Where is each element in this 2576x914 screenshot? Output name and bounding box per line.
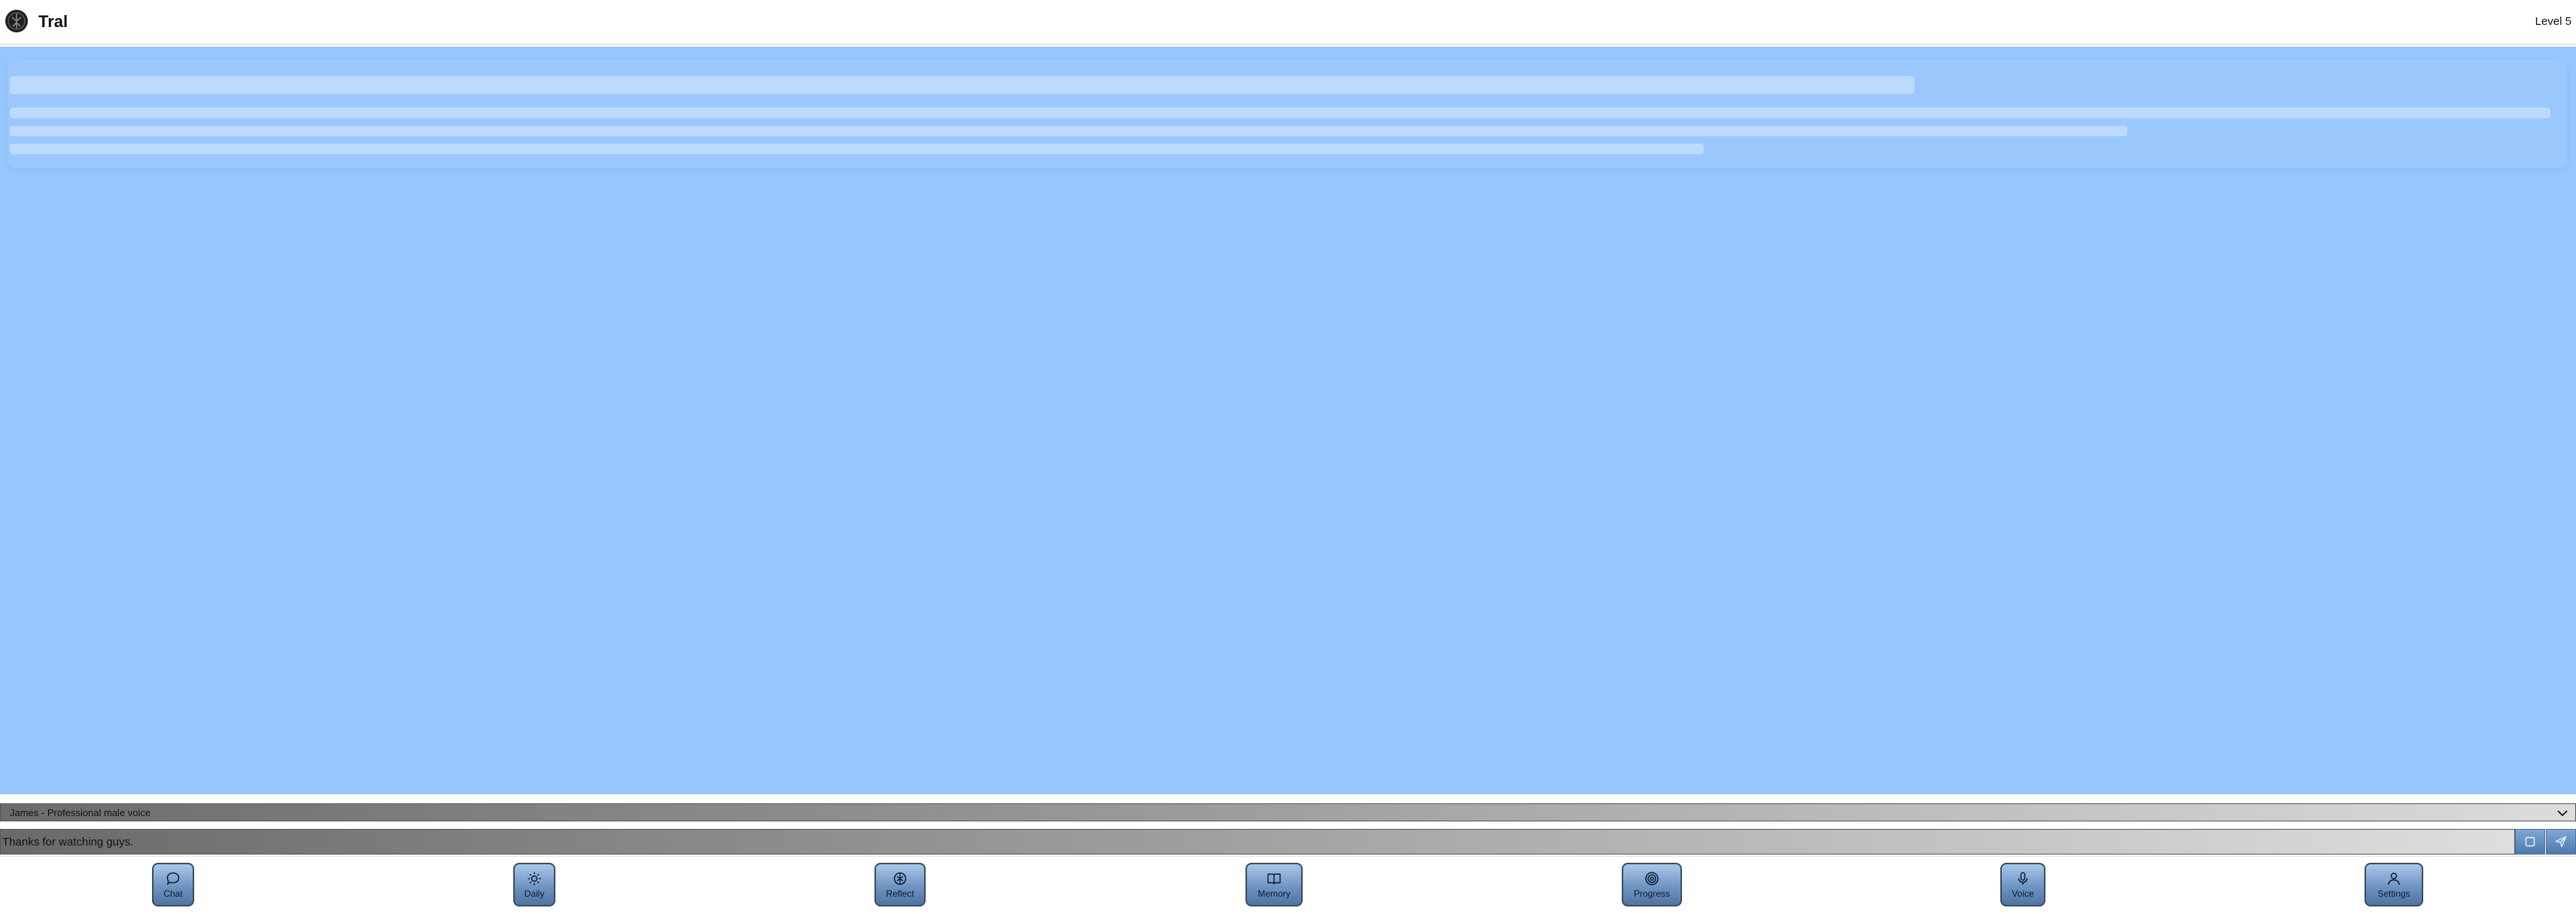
nav-label: Chat bbox=[163, 888, 183, 899]
stop-button[interactable] bbox=[2515, 829, 2545, 855]
skeleton-line bbox=[10, 126, 2127, 136]
nav-label: Progress bbox=[1633, 888, 1671, 899]
chevron-down-icon bbox=[2557, 810, 2568, 817]
target-icon bbox=[1645, 872, 1659, 885]
nav-item-chat[interactable]: Chat bbox=[152, 863, 194, 906]
skeleton-line bbox=[10, 108, 2550, 118]
microphone-icon bbox=[2018, 872, 2028, 885]
logo-icon bbox=[5, 10, 28, 32]
nav-label: Voice bbox=[2012, 888, 2034, 899]
nav-label: Daily bbox=[524, 888, 545, 899]
main-content bbox=[0, 47, 2576, 794]
voice-select-value: James - Professional male voice bbox=[10, 806, 151, 818]
top-header: Tral Level 5 bbox=[0, 0, 2576, 45]
nav-label: Memory bbox=[1258, 888, 1291, 899]
nav-label: Reflect bbox=[886, 888, 914, 899]
book-icon bbox=[1267, 873, 1281, 885]
compass-icon bbox=[893, 872, 907, 885]
send-button[interactable] bbox=[2546, 829, 2576, 855]
user-icon bbox=[2388, 873, 2400, 885]
square-icon bbox=[2525, 836, 2535, 847]
nav-item-voice[interactable]: Voice bbox=[2000, 863, 2045, 906]
nav-label: Settings bbox=[2377, 888, 2410, 899]
bottom-nav: Chat Daily Reflect Memory Progress Voice… bbox=[0, 856, 2576, 914]
nav-item-reflect[interactable]: Reflect bbox=[874, 863, 926, 906]
message-input-row bbox=[0, 829, 2576, 855]
skeleton-title-bar bbox=[10, 76, 1915, 94]
nav-item-settings[interactable]: Settings bbox=[2365, 863, 2423, 906]
message-input[interactable] bbox=[0, 829, 2515, 855]
nav-item-memory[interactable]: Memory bbox=[1245, 863, 1303, 906]
chat-bubble-icon bbox=[166, 872, 180, 885]
level-indicator: Level 5 bbox=[2535, 15, 2571, 28]
nav-item-progress[interactable]: Progress bbox=[1622, 863, 1682, 906]
send-icon bbox=[2555, 836, 2567, 848]
voice-select[interactable]: James - Professional male voice bbox=[0, 803, 2576, 821]
app-root: Tral Level 5 James - Professional male v… bbox=[0, 0, 2576, 914]
sun-icon bbox=[528, 872, 541, 885]
skeleton-line bbox=[10, 144, 1704, 154]
app-title: Tral bbox=[38, 12, 68, 31]
nav-item-daily[interactable]: Daily bbox=[513, 863, 555, 906]
